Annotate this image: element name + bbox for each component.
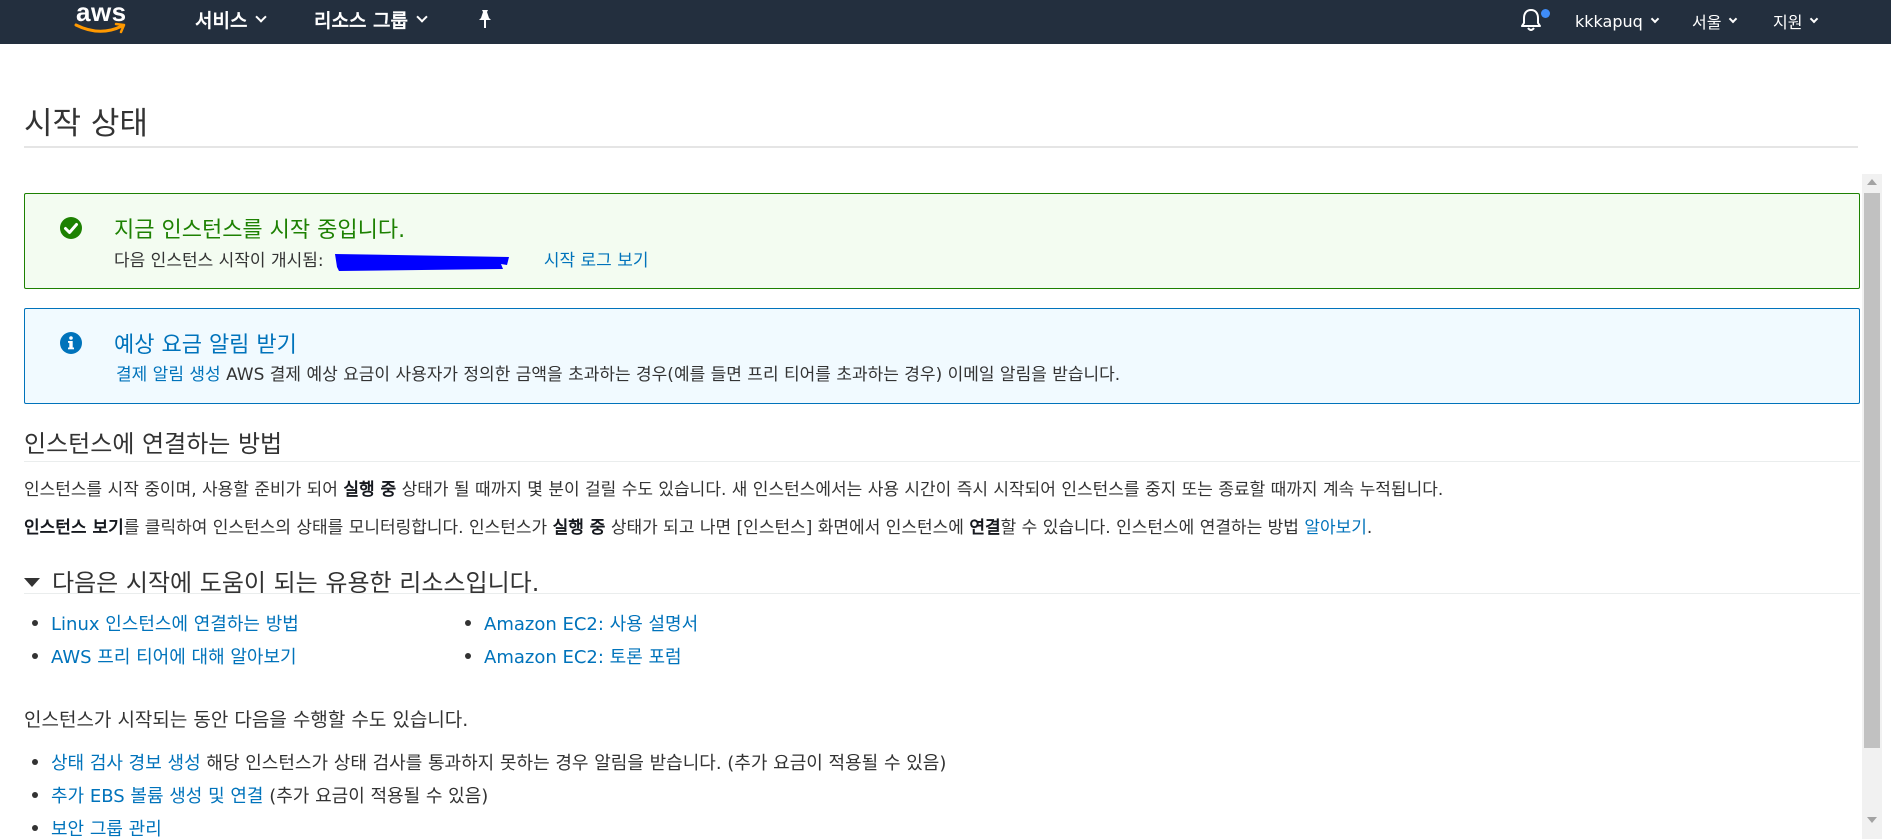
scroll-up-arrow-icon[interactable] [1867, 179, 1877, 185]
section-divider [24, 461, 1860, 462]
status-alarm-description: 해당 인스턴스가 상태 검사를 통과하지 못하는 경우 알림을 받습니다. (추… [206, 752, 947, 774]
info-circle-icon [60, 332, 82, 354]
bullet-icon [465, 652, 471, 659]
account-menu[interactable]: kkkapuq [1575, 8, 1660, 34]
top-navigation-bar: aws 서비스 리소스 그룹 kkkapuq 서울 지원 [0, 0, 1891, 44]
list-item: 상태 검사 경보 생성 해당 인스턴스가 상태 검사를 통과하지 못하는 경우 … [32, 745, 946, 778]
launch-info-paragraph: 인스턴스를 시작 중이며, 사용할 준비가 되어 실행 중 상태가 될 때까지 … [24, 475, 1443, 500]
list-item: Amazon EC2: 토론 포럼 [465, 639, 698, 672]
redacted-instance-id [335, 254, 510, 271]
info-alert-body: 결제 알림 생성 AWS 결제 예상 요금이 사용자가 정의한 금액을 초과하는… [116, 360, 1120, 385]
title-divider [24, 146, 1858, 148]
resource-groups-label: 리소스 그룹 [314, 9, 409, 32]
para2-running-bold: 실행 중 [552, 518, 606, 538]
resource-groups-menu[interactable]: 리소스 그룹 [314, 6, 428, 32]
launch-initiated-text: 다음 인스턴스 시작이 개시됨: [114, 251, 324, 271]
support-menu[interactable]: 지원 [1773, 8, 1819, 34]
para1-text-b: 상태가 될 때까지 몇 분이 걸릴 수도 있습니다. 새 인스턴스에서는 사용 … [401, 480, 1444, 500]
bullet-icon [32, 758, 38, 765]
billing-alert-info: 예상 요금 알림 받기 결제 알림 생성 AWS 결제 예상 요금이 사용자가 … [24, 308, 1860, 404]
success-alert-body: 다음 인스턴스 시작이 개시됨: 시작 로그 보기 [114, 246, 649, 273]
info-alert-title: 예상 요금 알림 받기 [114, 333, 297, 358]
services-label: 서비스 [195, 9, 248, 32]
connect-bold: 연결 [969, 518, 1001, 538]
while-launching-list: 상태 검사 경보 생성 해당 인스턴스가 상태 검사를 통과하지 못하는 경우 … [32, 745, 946, 839]
ec2-user-guide-link[interactable]: Amazon EC2: 사용 설명서 [484, 610, 698, 636]
chevron-down-icon [416, 11, 428, 23]
chevron-down-icon [1650, 14, 1660, 24]
create-billing-alert-link[interactable]: 결제 알림 생성 [116, 365, 221, 385]
caret-down-icon [24, 577, 40, 587]
create-ebs-volume-link[interactable]: 추가 EBS 볼륨 생성 및 연결 [51, 782, 263, 808]
learn-more-link[interactable]: 알아보기 [1304, 518, 1367, 538]
services-menu[interactable]: 서비스 [195, 6, 268, 32]
launch-success-alert: 지금 인스턴스를 시작 중입니다. 다음 인스턴스 시작이 개시됨: 시작 로그… [24, 193, 1860, 289]
list-item: 보안 그룹 관리 [32, 811, 946, 839]
bullet-icon [32, 652, 38, 659]
page-title: 시작 상태 [24, 106, 148, 142]
bullet-icon [32, 619, 38, 626]
success-alert-title: 지금 인스턴스를 시작 중입니다. [114, 218, 406, 243]
bullet-icon [32, 791, 38, 798]
view-launch-log-link[interactable]: 시작 로그 보기 [544, 251, 649, 271]
ebs-volume-description: (추가 요금이 적용될 수 있음) [269, 785, 489, 807]
manage-security-groups-link[interactable]: 보안 그룹 관리 [51, 815, 162, 839]
create-status-alarm-link[interactable]: 상태 검사 경보 생성 [51, 749, 201, 775]
bullet-icon [32, 824, 38, 831]
check-circle-icon [60, 217, 82, 239]
aws-logo[interactable]: aws [74, 0, 130, 40]
support-label: 지원 [1773, 13, 1803, 32]
aws-smile-icon [74, 22, 126, 34]
para2-text-a: 를 클릭하여 인스턴스의 상태를 모니터링합니다. 인스턴스가 [123, 518, 548, 538]
ec2-forum-link[interactable]: Amazon EC2: 토론 포럼 [484, 643, 682, 669]
chevron-down-icon [1810, 14, 1819, 24]
view-instances-bold: 인스턴스 보기 [24, 518, 124, 538]
section-divider [24, 593, 1860, 594]
scrollbar-thumb[interactable] [1864, 193, 1880, 748]
notification-dot [1541, 9, 1550, 18]
resources-left-list: Linux 인스턴스에 연결하는 방법 AWS 프리 티어에 대해 알아보기 [32, 606, 299, 672]
list-item: Linux 인스턴스에 연결하는 방법 [32, 606, 299, 639]
pin-icon[interactable] [476, 9, 494, 29]
para2-text-b: 상태가 되고 나면 [인스턴스] 화면에서 인스턴스에 [610, 518, 964, 538]
username-label: kkkapuq [1575, 11, 1643, 31]
linux-connect-guide-link[interactable]: Linux 인스턴스에 연결하는 방법 [51, 610, 299, 636]
connect-section-heading: 인스턴스에 연결하는 방법 [24, 430, 283, 458]
bell-icon[interactable] [1520, 8, 1542, 32]
free-tier-info-link[interactable]: AWS 프리 티어에 대해 알아보기 [51, 643, 297, 669]
bullet-icon [465, 619, 471, 626]
para1-running-bold: 실행 중 [343, 480, 397, 500]
billing-alert-description: AWS 결제 예상 요금이 사용자가 정의한 금액을 초과하는 경우(예를 들면… [226, 365, 1121, 385]
para1-text-a: 인스턴스를 시작 중이며, 사용할 준비가 되어 [24, 480, 338, 500]
monitor-info-paragraph: 인스턴스 보기를 클릭하여 인스턴스의 상태를 모니터링합니다. 인스턴스가 실… [24, 513, 1372, 538]
para2-period: . [1366, 518, 1373, 538]
resources-right-list: Amazon EC2: 사용 설명서 Amazon EC2: 토론 포럼 [465, 606, 698, 672]
list-item: Amazon EC2: 사용 설명서 [465, 606, 698, 639]
chevron-down-icon [255, 11, 268, 23]
region-menu[interactable]: 서울 [1692, 8, 1738, 34]
chevron-down-icon [1729, 14, 1738, 24]
list-item: 추가 EBS 볼륨 생성 및 연결 (추가 요금이 적용될 수 있음) [32, 778, 946, 811]
region-label: 서울 [1692, 13, 1722, 32]
scroll-down-arrow-icon[interactable] [1867, 817, 1877, 823]
while-launching-intro: 인스턴스가 시작되는 동안 다음을 수행할 수도 있습니다. [24, 709, 469, 731]
para2-text-c: 할 수 있습니다. 인스턴스에 연결하는 방법 [1000, 518, 1299, 538]
list-item: AWS 프리 티어에 대해 알아보기 [32, 639, 299, 672]
